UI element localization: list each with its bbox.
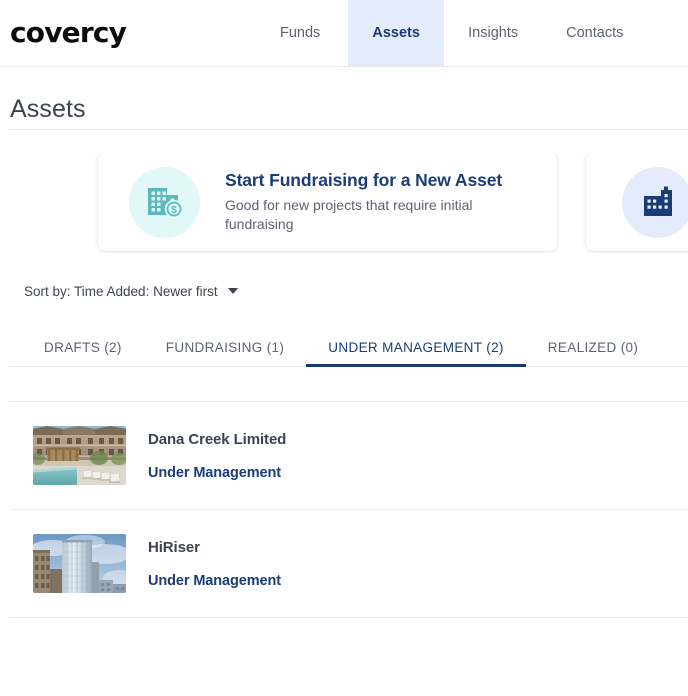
asset-info: Dana Creek Limited Under Management	[148, 431, 286, 481]
asset-list: Dana Creek Limited Under Management HiRi…	[0, 401, 688, 618]
building-dollar-icon: $	[129, 166, 200, 238]
start-fundraising-card-text: Start Fundraising for a New Asset Good f…	[225, 170, 515, 233]
building-icon	[622, 166, 688, 238]
assets-page: covercy Funds Assets Insights Contacts A…	[0, 0, 688, 696]
asset-thumbnail-dana-creek	[33, 426, 126, 485]
svg-text:$: $	[171, 205, 177, 216]
start-fundraising-card-title: Start Fundraising for a New Asset	[225, 170, 503, 191]
chevron-down-icon[interactable]	[227, 288, 238, 294]
logo-text: covercy	[10, 16, 127, 49]
asset-name: HiRiser	[148, 538, 200, 556]
page-title: Assets	[10, 95, 86, 123]
nav-item-assets[interactable]: Assets	[348, 0, 445, 66]
table-row[interactable]: Dana Creek Limited Under Management	[0, 402, 688, 509]
nav-item-contacts[interactable]: Contacts	[542, 0, 647, 66]
nav-item-funds-label: Funds	[279, 25, 321, 41]
tab-realized[interactable]: REALIZED (0)	[526, 327, 660, 367]
asset-thumbnail-hiriser	[33, 534, 126, 593]
page-title-row: Assets	[0, 67, 688, 129]
tab-under-management[interactable]: UNDER MANAGEMENT (2)	[306, 327, 526, 367]
nav-item-funds[interactable]: Funds	[252, 0, 348, 66]
list-divider	[10, 617, 688, 618]
asset-status-tabs: DRAFTS (2) FUNDRAISING (1) UNDER MANAGEM…	[0, 327, 688, 367]
tab-drafts-label: DRAFTS (2)	[44, 339, 122, 355]
logo[interactable]: covercy	[0, 0, 127, 66]
status-badge[interactable]: Under Management	[148, 465, 286, 481]
nav-item-insights-label: Insights	[468, 25, 519, 41]
action-cards: $ Start Fundraising for a New Asset Good…	[0, 153, 688, 253]
nav-item-contacts-label: Contacts	[566, 25, 624, 41]
status-badge[interactable]: Under Management	[148, 573, 281, 589]
tab-drafts[interactable]: DRAFTS (2)	[22, 327, 144, 367]
start-fundraising-card[interactable]: $ Start Fundraising for a New Asset Good…	[98, 153, 557, 251]
tab-realized-label: REALIZED (0)	[547, 339, 639, 355]
tab-under-management-label: UNDER MANAGEMENT (2)	[328, 339, 504, 355]
start-fundraising-card-subtitle: Good for new projects that require initi…	[225, 197, 473, 232]
table-row[interactable]: HiRiser Under Management	[0, 510, 688, 617]
asset-info: HiRiser Under Management	[148, 539, 281, 589]
tab-fundraising[interactable]: FUNDRAISING (1)	[144, 327, 307, 367]
sort-label: Sort by: Time Added: Newer first	[24, 283, 218, 299]
nav-item-insights[interactable]: Insights	[444, 0, 542, 66]
sort-control[interactable]: Sort by: Time Added: Newer first	[0, 280, 688, 302]
app-header: covercy Funds Assets Insights Contacts	[0, 0, 688, 67]
asset-name: Dana Creek Limited	[148, 430, 287, 448]
title-divider	[10, 129, 688, 130]
nav-item-assets-label: Assets	[372, 25, 420, 41]
secondary-asset-card[interactable]	[586, 153, 688, 251]
main-nav: Funds Assets Insights Contacts	[252, 0, 647, 66]
tab-fundraising-label: FUNDRAISING (1)	[165, 339, 285, 355]
